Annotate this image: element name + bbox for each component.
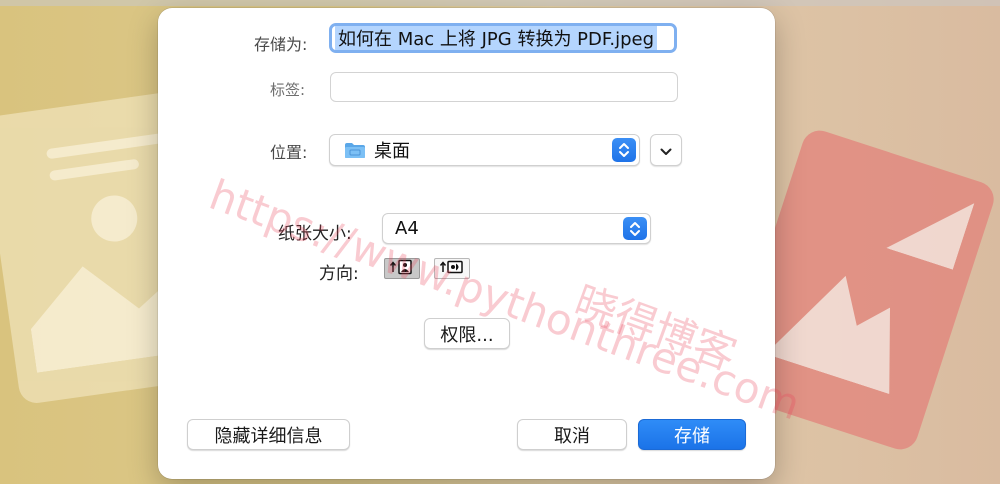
orientation-label: 方向: — [319, 264, 359, 284]
orientation-portrait-button[interactable] — [384, 258, 420, 279]
paper-size-value: A4 — [395, 218, 419, 239]
cancel-button[interactable]: 取消 — [517, 419, 627, 450]
expand-browser-button[interactable] — [650, 134, 682, 166]
portrait-orientation-icon — [389, 259, 415, 279]
hide-details-button[interactable]: 隐藏详细信息 — [187, 419, 350, 450]
top-bar-strip — [0, 0, 1000, 6]
location-stepper-icon — [612, 138, 636, 162]
location-popup[interactable]: 桌面 — [329, 134, 640, 166]
landscape-orientation-icon — [439, 259, 465, 279]
location-label: 位置: — [270, 143, 308, 162]
paper-size-label: 纸张大小: — [278, 224, 352, 244]
save-button[interactable]: 存储 — [638, 419, 746, 450]
orientation-landscape-button[interactable] — [434, 258, 470, 279]
folder-icon — [344, 142, 366, 159]
paper-size-popup[interactable]: A4 — [382, 213, 651, 244]
filename-text[interactable]: 如何在 Mac 上将 JPG 转换为 PDF.jpeg — [335, 26, 658, 50]
permissions-button[interactable]: 权限... — [424, 318, 510, 349]
chevron-down-icon — [660, 141, 672, 160]
save-dialog: 存储为: 如何在 Mac 上将 JPG 转换为 PDF.jpeg 标签: 位置:… — [158, 8, 775, 479]
tags-field[interactable] — [330, 72, 678, 102]
save-as-label: 存储为: — [254, 35, 308, 54]
tags-label: 标签: — [270, 81, 306, 99]
paper-size-stepper-icon — [623, 217, 647, 240]
location-value: 桌面 — [374, 141, 410, 162]
filename-field[interactable]: 如何在 Mac 上将 JPG 转换为 PDF.jpeg — [329, 23, 677, 53]
